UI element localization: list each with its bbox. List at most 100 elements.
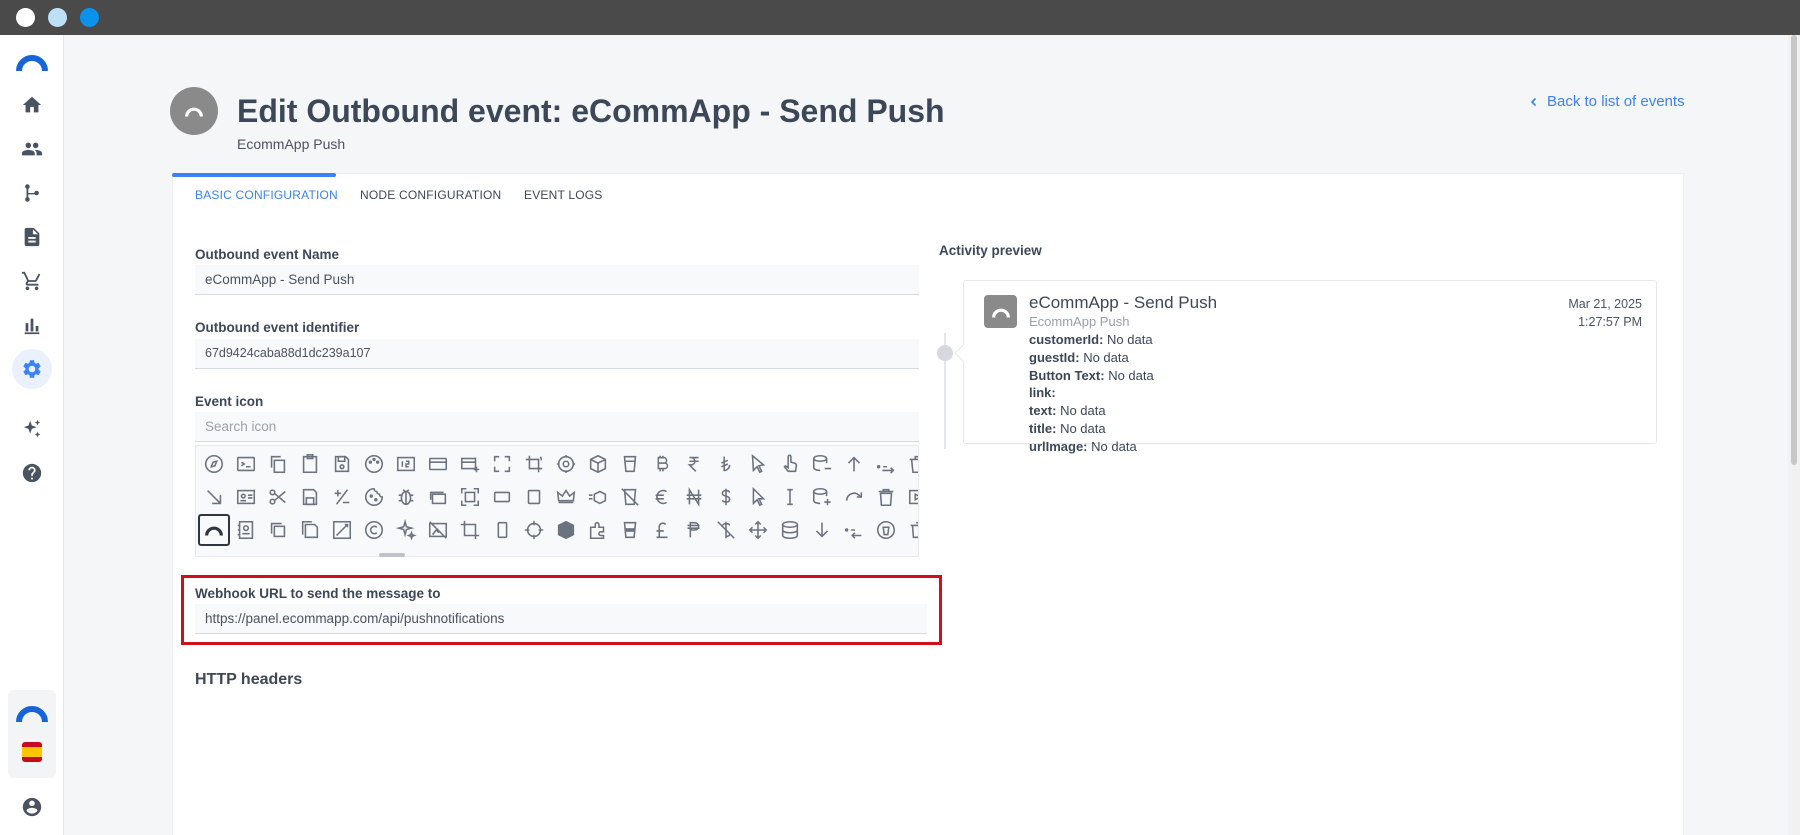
event-identifier-input[interactable]: 67d9424caba88d1dc239a107: [195, 339, 919, 369]
webhook-url-input[interactable]: https://panel.ecommapp.com/api/pushnotif…: [195, 604, 927, 634]
half-dome-icon: [170, 87, 218, 135]
fit-icon[interactable]: [454, 481, 486, 513]
preview-field-row: link:: [1029, 385, 1056, 400]
account-icon[interactable]: [12, 787, 52, 827]
timeline-dot: [937, 345, 953, 361]
dollar-icon[interactable]: [710, 481, 742, 513]
copy-icon[interactable]: [262, 448, 294, 480]
cup-icon[interactable]: [614, 448, 646, 480]
spain-flag-icon[interactable]: [22, 742, 42, 762]
decimal-decrease-icon[interactable]: [838, 514, 870, 546]
crosshair-icon[interactable]: [518, 514, 550, 546]
database-minus-icon[interactable]: [806, 448, 838, 480]
clipboard-icon[interactable]: [294, 448, 326, 480]
scissors-icon[interactable]: [262, 481, 294, 513]
puzzle-icon[interactable]: [582, 514, 614, 546]
people-icon[interactable]: [12, 129, 52, 169]
window-close-dot[interactable]: [16, 8, 35, 27]
layers-icon[interactable]: [422, 481, 454, 513]
target-icon[interactable]: [550, 448, 582, 480]
bitcoin-icon[interactable]: [646, 448, 678, 480]
move-icon[interactable]: [742, 514, 774, 546]
resize-icon[interactable]: [198, 481, 230, 513]
page-scrollbar-thumb[interactable]: [1791, 35, 1797, 465]
database-icon[interactable]: [774, 514, 806, 546]
crop-icon[interactable]: [454, 514, 486, 546]
logo-icon[interactable]: [16, 51, 48, 73]
image-edit-icon[interactable]: [326, 514, 358, 546]
copy-alt-icon[interactable]: [262, 514, 294, 546]
cart-icon[interactable]: [12, 261, 52, 301]
sparkles-icon[interactable]: [12, 409, 52, 449]
tab-node-configuration[interactable]: NODE CONFIGURATION: [360, 188, 501, 202]
document-icon[interactable]: [12, 217, 52, 257]
crown-icon[interactable]: [550, 481, 582, 513]
branch-icon[interactable]: [12, 173, 52, 213]
credit-card-icon[interactable]: [422, 448, 454, 480]
cookie-icon[interactable]: [358, 481, 390, 513]
help-icon[interactable]: [12, 453, 52, 493]
database-plus-icon[interactable]: [806, 481, 838, 513]
no-cup-icon[interactable]: [614, 481, 646, 513]
text-cursor-icon[interactable]: [774, 481, 806, 513]
page-scrollbar[interactable]: [1788, 35, 1800, 835]
preview-field-row: guestId: No data: [1029, 350, 1129, 365]
peso-icon[interactable]: [678, 514, 710, 546]
sparkle-icon[interactable]: [390, 514, 422, 546]
hand-pointer-icon[interactable]: [774, 448, 806, 480]
plus-minus-icon[interactable]: [326, 481, 358, 513]
recycle-icon[interactable]: [870, 514, 902, 546]
euro-icon[interactable]: [646, 481, 678, 513]
bug-icon[interactable]: [390, 481, 422, 513]
bar-chart-icon[interactable]: [12, 305, 52, 345]
cast-icon[interactable]: [902, 481, 918, 513]
half-dome-icon[interactable]: [198, 514, 230, 546]
arrow-up-icon[interactable]: [838, 448, 870, 480]
square-icon[interactable]: [518, 481, 550, 513]
event-name-input[interactable]: eCommApp - Send Push: [195, 265, 919, 295]
compass-icon[interactable]: [198, 448, 230, 480]
cursor-icon[interactable]: [742, 448, 774, 480]
naira-icon[interactable]: [678, 481, 710, 513]
portrait-icon[interactable]: [486, 514, 518, 546]
trash-outline-icon[interactable]: [902, 514, 918, 546]
tab-basic-configuration[interactable]: BASIC CONFIGURATION: [195, 188, 338, 202]
pound-icon[interactable]: [646, 514, 678, 546]
cube-move-icon[interactable]: [582, 481, 614, 513]
icon-grid-scrollbar[interactable]: [379, 553, 405, 557]
rupee-icon[interactable]: [678, 448, 710, 480]
home-icon[interactable]: [12, 85, 52, 125]
add-card-icon[interactable]: [454, 448, 486, 480]
rectangle-icon[interactable]: [486, 481, 518, 513]
palette-icon[interactable]: [358, 448, 390, 480]
box-icon[interactable]: [550, 514, 582, 546]
fullscreen-icon[interactable]: [486, 448, 518, 480]
redo-icon[interactable]: [838, 481, 870, 513]
cup-full-icon[interactable]: [614, 514, 646, 546]
back-to-list-link[interactable]: Back to list of events: [1529, 93, 1685, 110]
id-card-icon[interactable]: [230, 481, 262, 513]
decimal-increase-icon[interactable]: [870, 448, 902, 480]
save-icon[interactable]: [326, 448, 358, 480]
terminal-icon[interactable]: [230, 448, 262, 480]
cube-icon[interactable]: [582, 448, 614, 480]
window-maximize-dot[interactable]: [80, 8, 99, 27]
delete-icon[interactable]: [870, 481, 902, 513]
window-minimize-dot[interactable]: [48, 8, 67, 27]
lira-icon[interactable]: [710, 448, 742, 480]
arrow-down-icon[interactable]: [806, 514, 838, 546]
image-off-icon[interactable]: [422, 514, 454, 546]
save-all-icon[interactable]: [294, 514, 326, 546]
gear-icon[interactable]: [12, 349, 52, 389]
contact-icon[interactable]: [230, 514, 262, 546]
trash-icon[interactable]: [902, 448, 918, 480]
save-alt-icon[interactable]: [294, 481, 326, 513]
number-icon[interactable]: [390, 448, 422, 480]
tab-event-logs[interactable]: EVENT LOGS: [524, 188, 602, 202]
icon-search-input[interactable]: Search icon: [195, 412, 919, 442]
pointer-icon[interactable]: [742, 481, 774, 513]
logo-icon[interactable]: [16, 702, 48, 724]
copyright-icon[interactable]: [358, 514, 390, 546]
no-dollar-icon[interactable]: [710, 514, 742, 546]
crop-rotate-icon[interactable]: [518, 448, 550, 480]
